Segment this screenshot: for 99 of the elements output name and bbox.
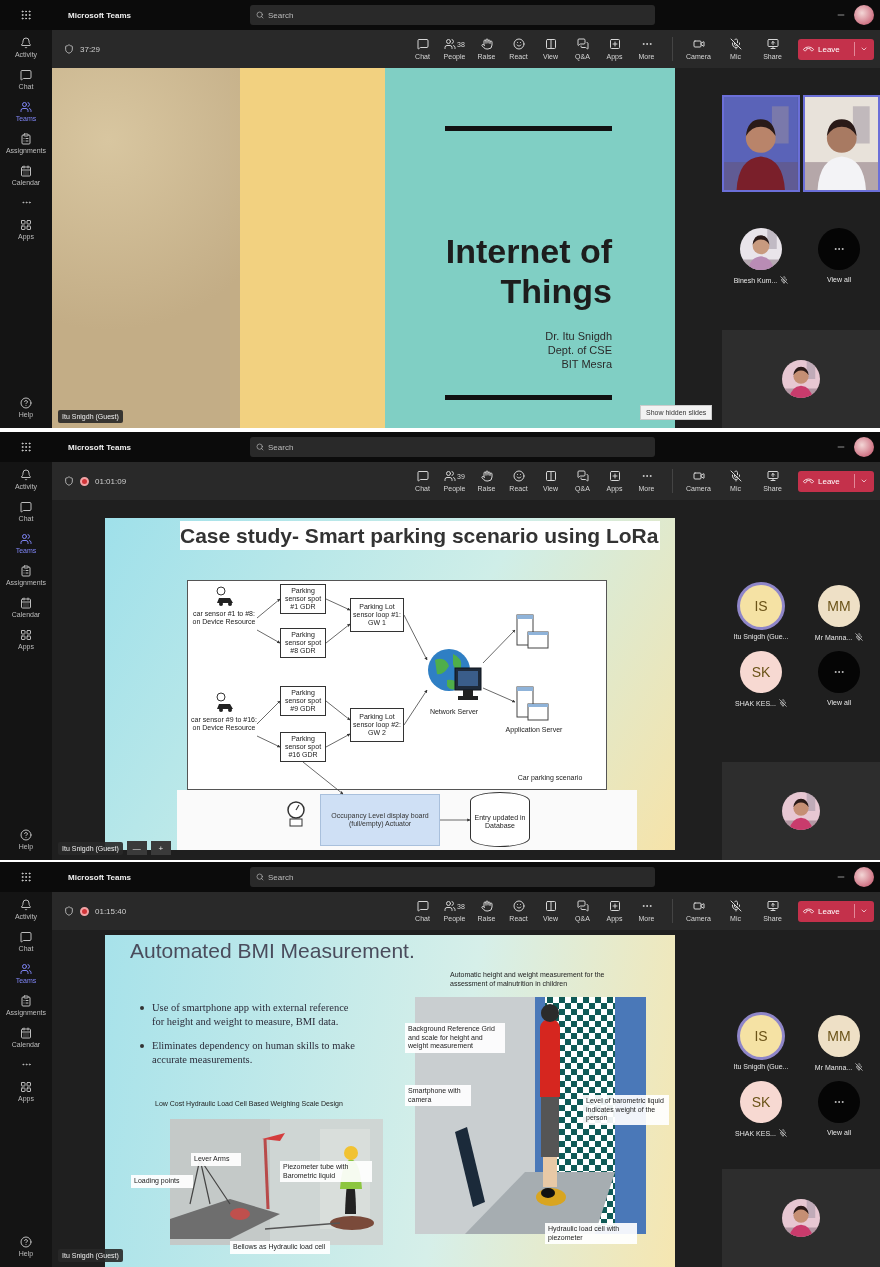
window-icon <box>515 614 549 650</box>
app-title: Microsoft Teams <box>68 872 132 882</box>
car-icon <box>215 692 235 714</box>
bell-icon <box>20 37 32 49</box>
search-icon <box>256 11 264 19</box>
share-icon <box>766 900 779 912</box>
zoom-button[interactable]: + <box>150 841 171 855</box>
slide-subtitle: Dr. Itu Snigdh Dept. of CSE BIT Mesra <box>545 329 612 371</box>
chevron-down-icon <box>860 907 868 915</box>
avatar-initials: IS <box>740 585 782 627</box>
chevron-down-icon <box>860 477 868 485</box>
chat-icon <box>416 900 429 912</box>
app-title: Microsoft Teams <box>68 10 132 20</box>
avatar-initials: SK <box>740 1081 782 1123</box>
call-timer: 01:01:09 <box>95 476 127 486</box>
apps-icon <box>20 219 32 231</box>
apps-icon <box>20 1081 32 1093</box>
chat-icon <box>20 931 32 943</box>
calendar-icon <box>20 597 32 609</box>
search-icon <box>256 443 264 451</box>
hand-icon <box>480 38 493 50</box>
leave-button[interactable]: Leave <box>798 38 874 60</box>
bullet-icon <box>140 1044 144 1048</box>
call-timer: 01:15:40 <box>95 906 127 916</box>
mic-off-icon <box>729 38 742 50</box>
grid-icon <box>20 871 32 883</box>
chat-bubbles-icon <box>576 900 589 912</box>
mic-off-icon <box>729 900 742 912</box>
search-field[interactable]: Search <box>250 437 655 457</box>
car-icon <box>215 586 235 608</box>
calendar-icon <box>20 1027 32 1039</box>
chat-bubbles-icon <box>576 38 589 50</box>
calendar-icon <box>20 165 32 177</box>
camera-icon <box>692 38 705 50</box>
leave-button[interactable]: Leave <box>798 900 874 922</box>
bullet-icon <box>140 1006 144 1010</box>
search-field[interactable]: Search <box>250 867 655 887</box>
avatar-initials: SK <box>740 651 782 693</box>
search-icon <box>256 873 264 881</box>
slide-title: Internet of Things <box>445 231 612 311</box>
slide-title: Case study- Smart parking scenario using LoRa <box>180 521 660 550</box>
zoom-button[interactable]: — <box>126 841 147 855</box>
chat-icon <box>416 38 429 50</box>
bullet-text: Use of smartphone app with external reference for height and weight to measure, BMI data. <box>152 1001 350 1029</box>
leave-button[interactable]: Leave <box>798 470 874 492</box>
profile-avatar[interactable] <box>854 5 874 25</box>
camera-icon <box>692 470 705 482</box>
camera-icon <box>692 900 705 912</box>
search-field[interactable]: Search <box>250 5 655 25</box>
chat-icon <box>416 470 429 482</box>
chat-bubbles-icon <box>576 470 589 482</box>
mic-off-icon <box>729 470 742 482</box>
shield-icon <box>64 476 74 486</box>
shield-icon <box>64 906 74 916</box>
chevron-down-icon <box>860 45 868 53</box>
smiley-icon <box>512 900 525 912</box>
clipboard-icon <box>20 133 32 145</box>
people-icon <box>20 963 32 975</box>
apps-icon <box>608 38 621 50</box>
hand-icon <box>480 900 493 912</box>
shield-icon <box>64 44 74 54</box>
people-icon <box>20 101 32 113</box>
avatar-initials: MM <box>818 1015 860 1057</box>
bell-icon <box>20 899 32 911</box>
people-icon <box>444 900 457 912</box>
profile-avatar[interactable] <box>854 867 874 887</box>
layout-icon <box>544 38 557 50</box>
people-icon <box>444 38 457 50</box>
avatar-initials: IS <box>740 1015 782 1057</box>
bullet-text: Eliminates dependency on human skills to make accurate measurements. <box>152 1039 355 1067</box>
chat-icon <box>20 69 32 81</box>
clipboard-icon <box>20 565 32 577</box>
apps-icon <box>608 470 621 482</box>
avatar-initials: MM <box>818 585 860 627</box>
grid-icon <box>20 441 32 453</box>
help-icon <box>20 829 32 841</box>
profile-avatar[interactable] <box>854 437 874 457</box>
window-icon <box>515 686 549 722</box>
people-icon <box>444 470 457 482</box>
call-timer: 37:29 <box>80 44 101 54</box>
clipboard-icon <box>20 995 32 1007</box>
share-icon <box>766 38 779 50</box>
hand-icon <box>480 470 493 482</box>
app-title: Microsoft Teams <box>68 442 132 452</box>
chat-icon <box>20 501 32 513</box>
apps-icon <box>608 900 621 912</box>
layout-icon <box>544 470 557 482</box>
smiley-icon <box>512 38 525 50</box>
layout-icon <box>544 900 557 912</box>
help-icon <box>20 397 32 409</box>
share-icon <box>766 470 779 482</box>
slide-title: Automated BMI Measurement. <box>130 939 415 963</box>
gauge-icon <box>285 800 307 828</box>
grid-icon <box>20 9 32 21</box>
apps-icon <box>20 629 32 641</box>
help-icon <box>20 1236 32 1248</box>
bell-icon <box>20 469 32 481</box>
smiley-icon <box>512 470 525 482</box>
people-icon <box>20 533 32 545</box>
